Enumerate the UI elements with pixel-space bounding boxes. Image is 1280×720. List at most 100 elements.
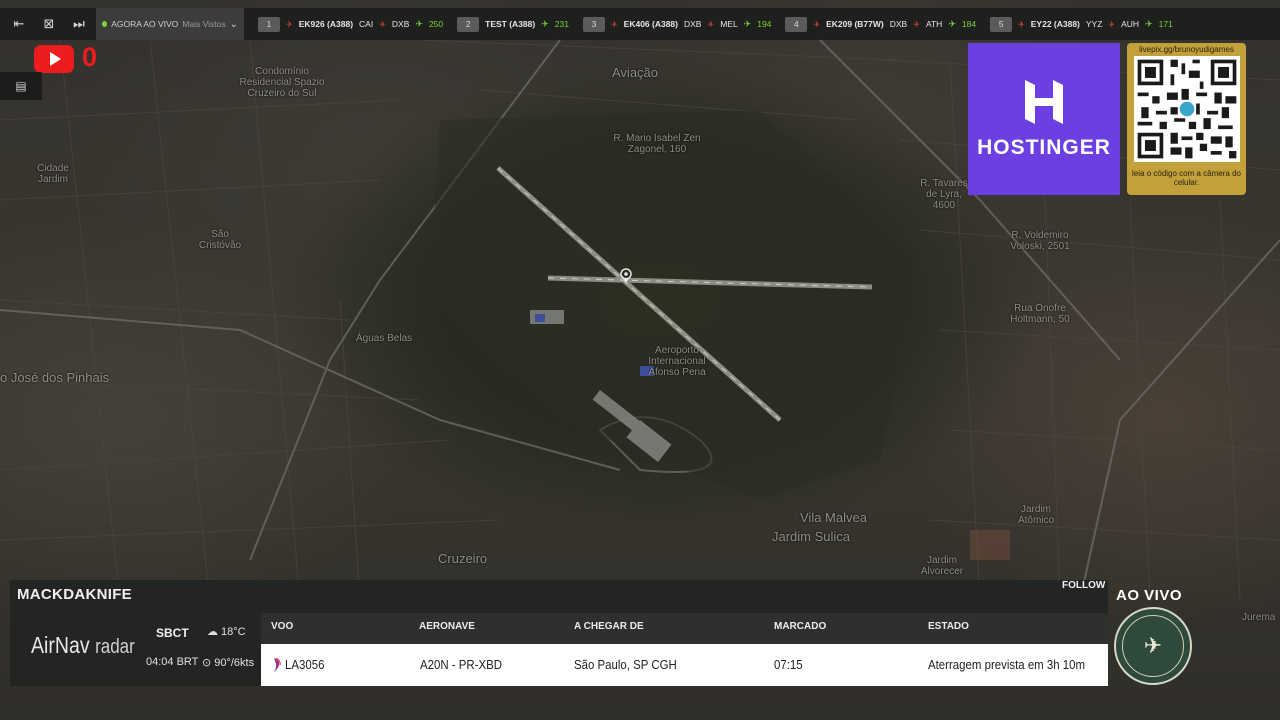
live-mode-select[interactable]: AGORA AO VIVO Mais Vistos ⌄ [96, 8, 244, 40]
ticker-from: CAI [359, 19, 374, 29]
viewers-plane-icon: ✈ [415, 18, 423, 29]
ticker-rank: 3 [582, 16, 605, 32]
map-label-sao-cristovao: São Cristóvão [198, 229, 242, 251]
weather-cloud-icon: ☁ [207, 626, 218, 638]
airnav-brand: AirNav [31, 632, 90, 658]
wind-compass-icon: ⊙ [202, 657, 212, 669]
ticker-item-2[interactable]: 2 TEST (A388) ✈ 231 [457, 16, 569, 32]
map-label-jardim-alvorecer: Jardim Alvorecer [920, 555, 964, 577]
wind-value: 90°/6kts [214, 656, 255, 669]
live-mode-sub: Mais Vistos [182, 19, 226, 29]
map-label-vila-malvea: Vila Malvea [800, 510, 867, 525]
plane-icon: ✈ [286, 19, 293, 29]
map-label-street-mario: R. Mario Isabel Zen Zagonel, 160 [613, 133, 701, 155]
cell-aircraft: A20N - PR-XBD [420, 657, 503, 672]
temperature: ☁ 18°C [207, 625, 246, 639]
route-arrow-icon: ✈ [379, 19, 386, 29]
chevron-down-icon: ⌄ [229, 18, 238, 30]
col-header-aircraft: AERONAVE [419, 621, 475, 632]
map-label-jardim-sulica: Jardim Sulica [772, 529, 851, 544]
panel-title: MACKDAKNIFE [17, 586, 132, 603]
close-panel-icon[interactable]: ⊠ [38, 13, 60, 35]
ticker-flight: EK209 (B77W) [826, 19, 884, 29]
flight-info-panel: MACKDAKNIFE FOLLOW AirNav radar SBCT 04:… [10, 580, 1108, 686]
cell-from: São Paulo, SP CGH [574, 657, 677, 672]
col-header-flight: VOO [271, 621, 294, 632]
airnav-brand-sub: radar [95, 636, 135, 658]
viewer-count: 0 [82, 42, 98, 72]
latam-logo-icon [274, 657, 281, 672]
arrivals-table: VOO AERONAVE A CHEGAR DE MARCADO ESTADO … [261, 613, 1108, 686]
ticker-to: MEL [720, 19, 738, 29]
ticker-flight: TEST (A388) [485, 19, 536, 29]
ticker-from: YYZ [1085, 19, 1103, 29]
map-label-jurema: Jurema [1242, 612, 1276, 623]
viewers-plane-icon: ✈ [948, 18, 956, 29]
channel-badge-logo: ✈ [1114, 607, 1192, 685]
ticker-item-4[interactable]: 4 ✈ EK209 (B77W) DXB ✈ ATH ✈ 184 [785, 16, 977, 32]
ticker-count: 171 [1158, 19, 1173, 29]
plane-icon: ✈ [610, 19, 618, 29]
ticker-flight: EK406 (A388) [623, 19, 678, 29]
ticker-rank: 4 [785, 16, 808, 32]
map-label-aeroporto: Aeroporto Internacional Afonso Pena [648, 345, 706, 378]
map-label-aguas-belas: Águas Belas [356, 333, 413, 344]
table-row[interactable]: LA3056 A20N - PR-XBD São Paulo, SP CGH 0… [261, 644, 1108, 686]
route-arrow-icon: ✈ [707, 19, 715, 29]
cell-flight: LA3056 [285, 657, 325, 672]
qr-caption: leia o código com a câmera do celular. [1132, 169, 1241, 187]
map-label-cidade-jardim: Cidade Jardim [37, 163, 69, 185]
map-label-sao-jose: o José dos Pinhais [0, 370, 110, 385]
map-label-jardim-atomico: Jardim Atômico [1017, 504, 1055, 526]
local-time: 04:04 BRT [146, 656, 199, 668]
map-label-condominio: Condomínio Residencial Spazio Cruzeiro d… [239, 66, 325, 99]
col-header-status: ESTADO [928, 621, 969, 632]
ticker-count: 250 [428, 19, 444, 29]
ticker-item-5[interactable]: 5 ✈ EY22 (A388) YYZ ✈ AUH ✈ 171 [990, 16, 1173, 32]
live-dot-icon [102, 21, 108, 27]
wind: ⊙ 90°/6kts [202, 656, 255, 670]
ticker-from: DXB [684, 19, 702, 29]
qr-code-ad[interactable]: livepix.gg/brunoyudigames leia o código … [1127, 43, 1246, 195]
ticker-item-3[interactable]: 3 ✈ EK406 (A388) DXB ✈ MEL ✈ 194 [582, 16, 772, 32]
cell-status: Aterragem prevista em 3h 10m [928, 657, 1086, 672]
route-arrow-icon: ✈ [1108, 19, 1116, 29]
map-label-onofre: Rua Onofre Holtmann, 50 [1010, 303, 1070, 325]
hostinger-logo-icon [1025, 80, 1063, 124]
col-header-from: A CHEGAR DE [574, 621, 644, 632]
ticker-count: 184 [961, 19, 977, 29]
ticker-to: ATH [925, 19, 943, 29]
map-label-cruzeiro: Cruzeiro [438, 551, 488, 566]
ticker-flight: EK926 (A388) [298, 19, 354, 29]
ticker-to: AUH [1121, 19, 1140, 29]
ticker-item-1[interactable]: 1 ✈ EK926 (A388) CAI ✈ DXB ✈ 250 [258, 16, 444, 32]
ticker-count: 194 [757, 19, 772, 29]
ticker-count: 231 [554, 19, 569, 29]
plane-icon: ✈ [813, 19, 821, 29]
qr-url: livepix.gg/brunoyudigames [1139, 45, 1234, 54]
airplane-emblem-icon: ✈ [1122, 615, 1184, 677]
youtube-icon [34, 45, 74, 73]
temperature-value: 18°C [221, 625, 246, 638]
map-label-aviacao: Aviação [612, 65, 659, 80]
live-label: AO VIVO [1116, 587, 1183, 604]
airnav-logo: AirNav radar [31, 632, 135, 659]
ticker-from: DXB [889, 19, 908, 29]
list-panel-toggle-icon[interactable]: ▤ [0, 72, 42, 100]
skip-next-icon[interactable]: ⏭ [68, 13, 90, 35]
cell-scheduled: 07:15 [774, 657, 803, 672]
ticker-rank: 1 [258, 16, 280, 32]
live-mode-label: AGORA AO VIVO [111, 19, 179, 29]
viewers-plane-icon: ✈ [743, 18, 752, 29]
col-header-scheduled: MARCADO [774, 621, 827, 632]
collapse-sidebar-icon[interactable]: ⇤ [8, 13, 30, 35]
hostinger-ad[interactable]: HOSTINGER [968, 43, 1120, 195]
plane-icon: ✈ [1018, 19, 1025, 29]
airport-code: SBCT [156, 626, 189, 640]
top-ticker-bar: ⇤ ⊠ ⏭ AGORA AO VIVO Mais Vistos ⌄ 1 ✈ EK… [0, 8, 1280, 40]
ticker-flight: EY22 (A388) [1030, 19, 1080, 29]
route-arrow-icon: ✈ [913, 19, 920, 29]
map-label-voldemiro: R. Voldemiro Voloski, 2501 [1010, 230, 1070, 252]
follow-button[interactable]: FOLLOW [1062, 580, 1105, 591]
hostinger-brand: HOSTINGER [977, 136, 1111, 159]
